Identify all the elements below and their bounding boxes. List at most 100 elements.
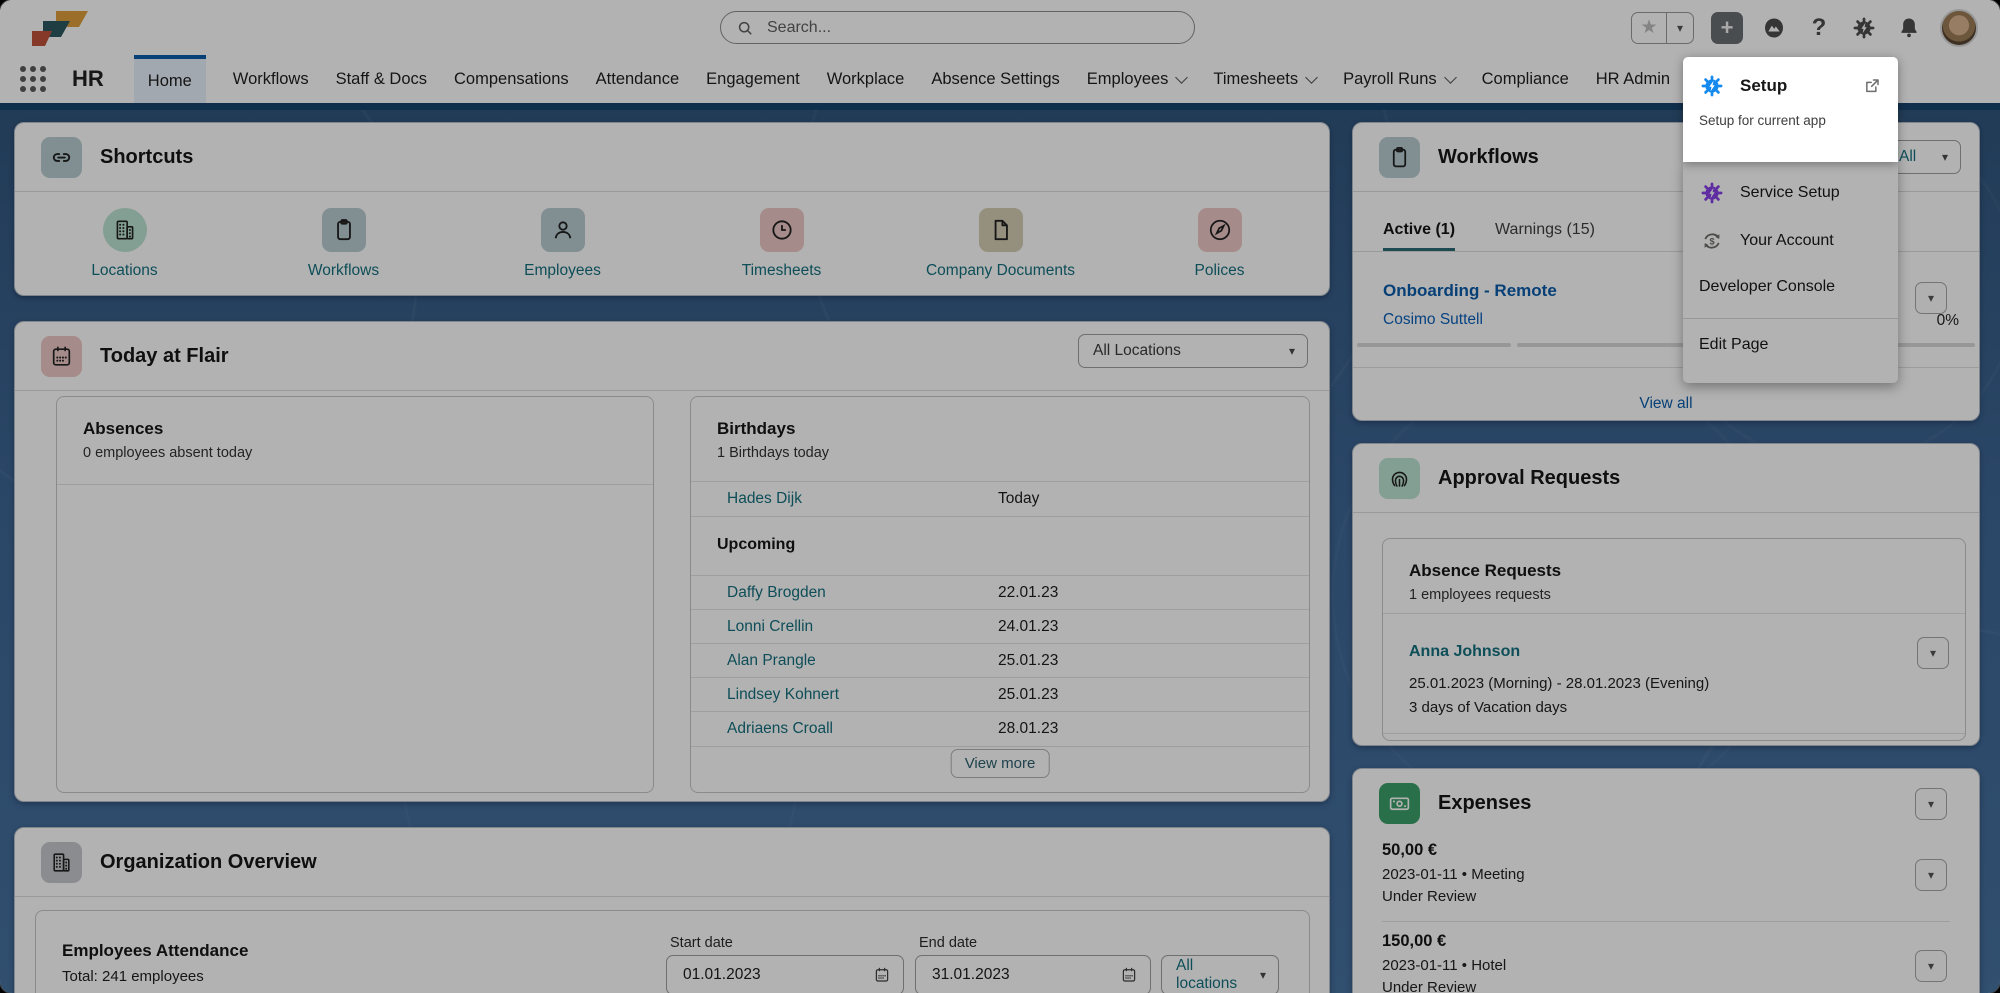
person-icon [541, 208, 585, 252]
view-all-link[interactable]: View all [1353, 395, 1979, 413]
workflow-actions-button[interactable]: ▾ [1915, 282, 1947, 314]
menu-item-your-account[interactable]: Your Account [1699, 228, 1834, 254]
tab-attendance[interactable]: Attendance [596, 55, 679, 103]
shortcuts-title: Shortcuts [100, 146, 193, 169]
chevron-down-icon [1305, 71, 1318, 84]
absence-requests-subcard: Absence Requests 1 employees requests An… [1382, 538, 1966, 741]
expense-actions-button[interactable]: ▾ [1915, 950, 1947, 982]
tab-hr-admin[interactable]: HR Admin [1596, 55, 1670, 103]
expenses-card: Expenses ▾ 50,00 € 2023-01-11 • Meeting … [1352, 768, 1980, 993]
employee-link[interactable]: Lonni Crellin [727, 618, 813, 636]
view-more-button[interactable]: View more [951, 749, 1050, 778]
global-header: ★ ▾ + ? [0, 0, 2000, 55]
tab-compensations[interactable]: Compensations [454, 55, 569, 103]
tab-engagement[interactable]: Engagement [706, 55, 800, 103]
trailhead-icon[interactable] [1760, 14, 1788, 42]
setup-menu-item-setup[interactable]: Setup Setup for current app [1683, 57, 1898, 162]
employee-link[interactable]: Daffy Brogden [727, 584, 826, 602]
tab-active[interactable]: Active (1) [1383, 221, 1455, 251]
expense-actions-button[interactable]: ▾ [1915, 859, 1947, 891]
quick-add-button[interactable]: + [1711, 12, 1743, 44]
tab-workplace[interactable]: Workplace [827, 55, 905, 103]
chevron-down-icon: ▾ [1260, 968, 1266, 982]
setup-gear-icon[interactable] [1850, 14, 1878, 42]
shortcuts-card: Shortcuts Locations Workflows Employees [14, 122, 1330, 296]
tab-home[interactable]: Home [134, 55, 206, 103]
shortcut-workflows[interactable]: Workflows [234, 208, 453, 280]
expense-item: 50,00 € 2023-01-11 • Meeting Under Revie… [1382, 841, 1909, 905]
help-icon[interactable]: ? [1805, 14, 1833, 42]
birthday-date: 24.01.23 [998, 618, 1058, 636]
document-icon [979, 208, 1023, 252]
expenses-actions-button[interactable]: ▾ [1915, 788, 1947, 820]
cash-icon [1379, 783, 1420, 824]
shortcut-company-documents[interactable]: Company Documents [891, 208, 1110, 280]
nav-tabs: Home Workflows Staff & Docs Compensation… [134, 55, 1670, 103]
setup-menu-rest: Service Setup Your Account Developer Con… [1683, 162, 1898, 383]
birthday-row: Lindsey Kohnert 25.01.23 [691, 677, 1309, 712]
employee-link[interactable]: Hades Dijk [727, 490, 802, 508]
employee-link[interactable]: Lindsey Kohnert [727, 686, 839, 704]
setup-menu: Setup Setup for current app Service Setu… [1683, 57, 1898, 383]
tab-warnings[interactable]: Warnings (15) [1495, 221, 1595, 251]
notifications-bell-icon[interactable] [1895, 14, 1923, 42]
menu-item-developer-console[interactable]: Developer Console [1699, 278, 1835, 296]
upcoming-title: Upcoming [717, 536, 795, 554]
tab-workflows[interactable]: Workflows [233, 55, 309, 103]
employee-link[interactable]: Adriaens Croall [727, 720, 833, 738]
setup-description: Setup for current app [1699, 113, 1882, 128]
search-input[interactable] [765, 18, 1180, 38]
request-actions-button[interactable]: ▾ [1917, 637, 1949, 669]
organization-title: Organization Overview [100, 851, 317, 874]
expenses-title: Expenses [1438, 792, 1531, 815]
tab-payroll-runs[interactable]: Payroll Runs [1343, 55, 1455, 103]
favorites-caret-icon[interactable]: ▾ [1667, 12, 1694, 44]
compass-icon [1198, 208, 1242, 252]
tab-staff-docs[interactable]: Staff & Docs [336, 55, 427, 103]
clipboard-icon [322, 208, 366, 252]
search-icon [735, 18, 755, 38]
shortcut-employees[interactable]: Employees [453, 208, 672, 280]
absences-subcard: Absences 0 employees absent today [56, 396, 654, 793]
global-search[interactable] [720, 11, 1195, 44]
requester-link[interactable]: Anna Johnson [1409, 643, 1520, 661]
absences-title: Absences [83, 419, 163, 439]
expense-meta: 2023-01-11 • Meeting [1382, 866, 1909, 883]
absence-requests-subtitle: 1 employees requests [1409, 587, 1551, 603]
birthdays-subtitle: 1 Birthdays today [717, 445, 829, 461]
favorites-star-icon[interactable]: ★ [1631, 12, 1667, 44]
menu-item-service-setup[interactable]: Service Setup [1699, 180, 1840, 206]
start-date-input[interactable]: 01.01.2023 [666, 955, 904, 993]
today-location-select[interactable]: All Locations ▾ [1078, 334, 1308, 368]
tab-timesheets[interactable]: Timesheets [1213, 55, 1316, 103]
workflow-assignee-link[interactable]: Cosimo Suttell [1383, 311, 1483, 329]
menu-divider [1683, 318, 1898, 319]
shortcut-timesheets[interactable]: Timesheets [672, 208, 891, 280]
calendar-icon [873, 966, 891, 984]
app-name: HR [72, 66, 104, 92]
approvals-title: Approval Requests [1438, 467, 1620, 490]
tab-compliance[interactable]: Compliance [1482, 55, 1569, 103]
account-refresh-icon [1699, 228, 1725, 254]
tab-employees[interactable]: Employees [1087, 55, 1187, 103]
expense-item: 150,00 € 2023-01-11 • Hotel Under Review [1382, 932, 1909, 993]
shortcut-locations[interactable]: Locations [15, 208, 234, 280]
workflow-link[interactable]: Onboarding - Remote [1383, 281, 1557, 301]
end-date-input[interactable]: 31.01.2023 [915, 955, 1151, 993]
link-icon [41, 137, 82, 178]
gear-blue-icon [1699, 73, 1725, 99]
clock-icon [760, 208, 804, 252]
menu-item-edit-page[interactable]: Edit Page [1699, 336, 1768, 354]
calendar-icon [1120, 966, 1138, 984]
employees-attendance-subcard: Employees Attendance Total: 241 employee… [35, 910, 1310, 993]
org-location-select[interactable]: All locations ▾ [1161, 955, 1279, 993]
employee-link[interactable]: Alan Prangle [727, 652, 816, 670]
app-launcher-icon[interactable] [20, 66, 50, 92]
shortcut-polices[interactable]: Polices [1110, 208, 1329, 280]
tab-absence-settings[interactable]: Absence Settings [931, 55, 1059, 103]
expense-status: Under Review [1382, 888, 1909, 905]
birthday-date: Today [998, 490, 1039, 508]
chevron-down-icon: ▾ [1928, 291, 1934, 305]
user-avatar[interactable] [1940, 9, 1978, 47]
birthday-date: 25.01.23 [998, 652, 1058, 670]
